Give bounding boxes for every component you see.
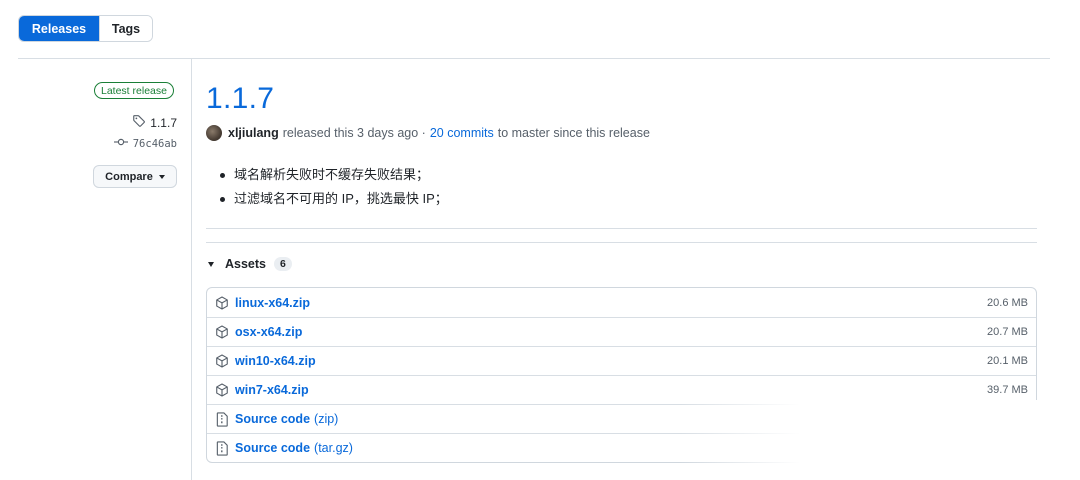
source-code-link[interactable]: Source code	[235, 441, 310, 455]
assets-toggle[interactable]: Assets 6	[208, 257, 292, 271]
tag-label: 1.1.7	[150, 115, 177, 130]
asset-size: 20.7 MB	[987, 326, 1028, 338]
assets-list: linux-x64.zip 20.6 MB osx-x64.zip 20.7 M…	[206, 287, 1037, 463]
released-text: released this 3 days ago ·	[282, 126, 426, 140]
asset-size: 20.6 MB	[987, 296, 1028, 309]
latest-release-badge: Latest release	[94, 82, 174, 99]
commit-hash: 76c46ab	[132, 137, 177, 150]
asset-link[interactable]: win7-x64.zip	[235, 383, 309, 397]
author-link[interactable]: xljiulang	[228, 126, 279, 140]
assets-divider	[206, 242, 1037, 243]
asset-link[interactable]: linux-x64.zip	[235, 296, 310, 310]
asset-row[interactable]: osx-x64.zip 20.7 MB	[207, 317, 1036, 346]
compare-label: Compare	[105, 170, 153, 183]
package-icon	[214, 353, 230, 369]
asset-link[interactable]: win10-x64.zip	[235, 354, 316, 368]
package-icon	[214, 295, 230, 311]
asset-row[interactable]: linux-x64.zip 20.6 MB	[207, 288, 1036, 317]
commit-icon	[113, 137, 128, 150]
source-ext[interactable]: (zip)	[314, 412, 338, 426]
assets-count-badge: 6	[274, 257, 292, 271]
notes-divider	[206, 228, 1037, 229]
release-tag[interactable]: 1.1.7	[132, 114, 177, 131]
package-icon	[214, 382, 230, 398]
file-zip-icon	[214, 440, 230, 456]
compare-button[interactable]: Compare	[93, 165, 177, 188]
tags-tab[interactable]: Tags	[99, 16, 152, 41]
list-item: 过滤域名不可用的 IP，挑选最快 IP；	[218, 187, 448, 211]
commits-suffix: to master since this release	[497, 126, 650, 140]
tag-icon	[132, 114, 146, 131]
triangle-down-icon	[208, 261, 214, 267]
asset-size: 20.1 MB	[987, 355, 1028, 367]
release-notes: 域名解析失败时不缓存失败结果； 过滤域名不可用的 IP，挑选最快 IP；	[218, 163, 448, 211]
top-divider	[18, 58, 1050, 59]
releases-tab[interactable]: Releases	[19, 16, 99, 41]
release-meta: xljiulang released this 3 days ago · 20 …	[206, 125, 650, 141]
assets-label: Assets	[225, 257, 266, 271]
asset-row[interactable]: win10-x64.zip 20.1 MB	[207, 346, 1036, 375]
release-title[interactable]: 1.1.7	[206, 82, 274, 116]
asset-row[interactable]: Source code (tar.gz)	[207, 433, 1036, 462]
chevron-down-icon	[158, 174, 165, 179]
asset-row[interactable]: win7-x64.zip 39.7 MB	[207, 375, 1036, 404]
asset-link[interactable]: osx-x64.zip	[235, 325, 302, 339]
column-divider	[191, 59, 192, 480]
release-commit[interactable]: 76c46ab	[113, 137, 177, 150]
source-code-link[interactable]: Source code	[235, 412, 310, 426]
release-tag-switch: Releases Tags	[18, 15, 153, 42]
source-ext[interactable]: (tar.gz)	[314, 441, 353, 455]
file-zip-icon	[214, 411, 230, 427]
list-item: 域名解析失败时不缓存失败结果；	[218, 163, 448, 187]
asset-size: 39.7 MB	[987, 384, 1028, 396]
package-icon	[214, 324, 230, 340]
commits-link[interactable]: 20 commits	[430, 126, 494, 140]
asset-row[interactable]: Source code (zip)	[207, 404, 1036, 433]
avatar[interactable]	[206, 125, 222, 141]
